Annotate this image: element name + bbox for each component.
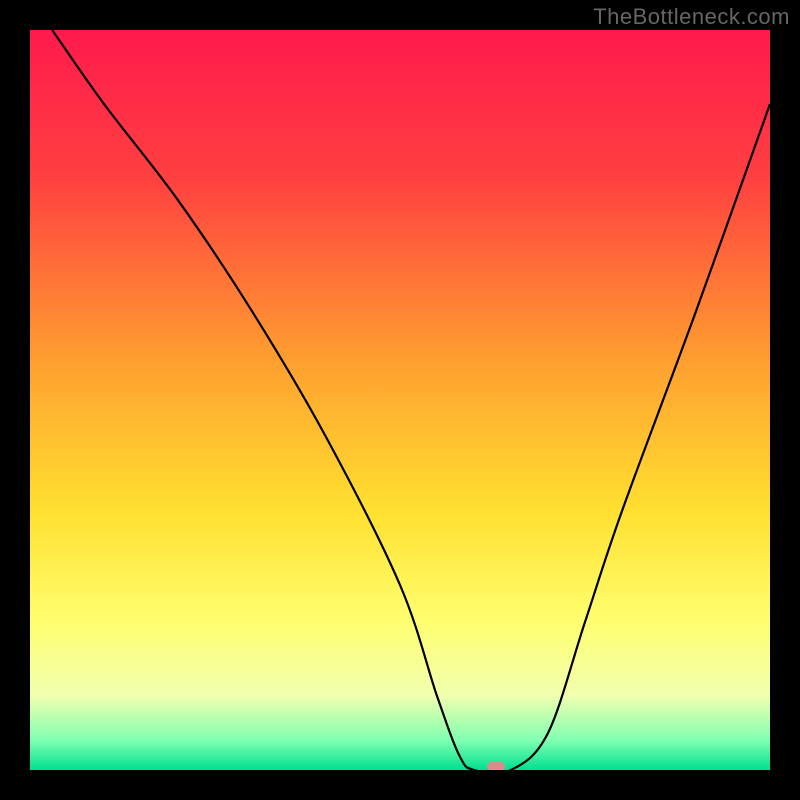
watermark-label: TheBottleneck.com: [593, 4, 790, 30]
bottleneck-curve: [30, 30, 770, 770]
plot-area: [30, 30, 770, 770]
chart-container: TheBottleneck.com: [0, 0, 800, 800]
optimal-point-marker: [487, 762, 505, 770]
